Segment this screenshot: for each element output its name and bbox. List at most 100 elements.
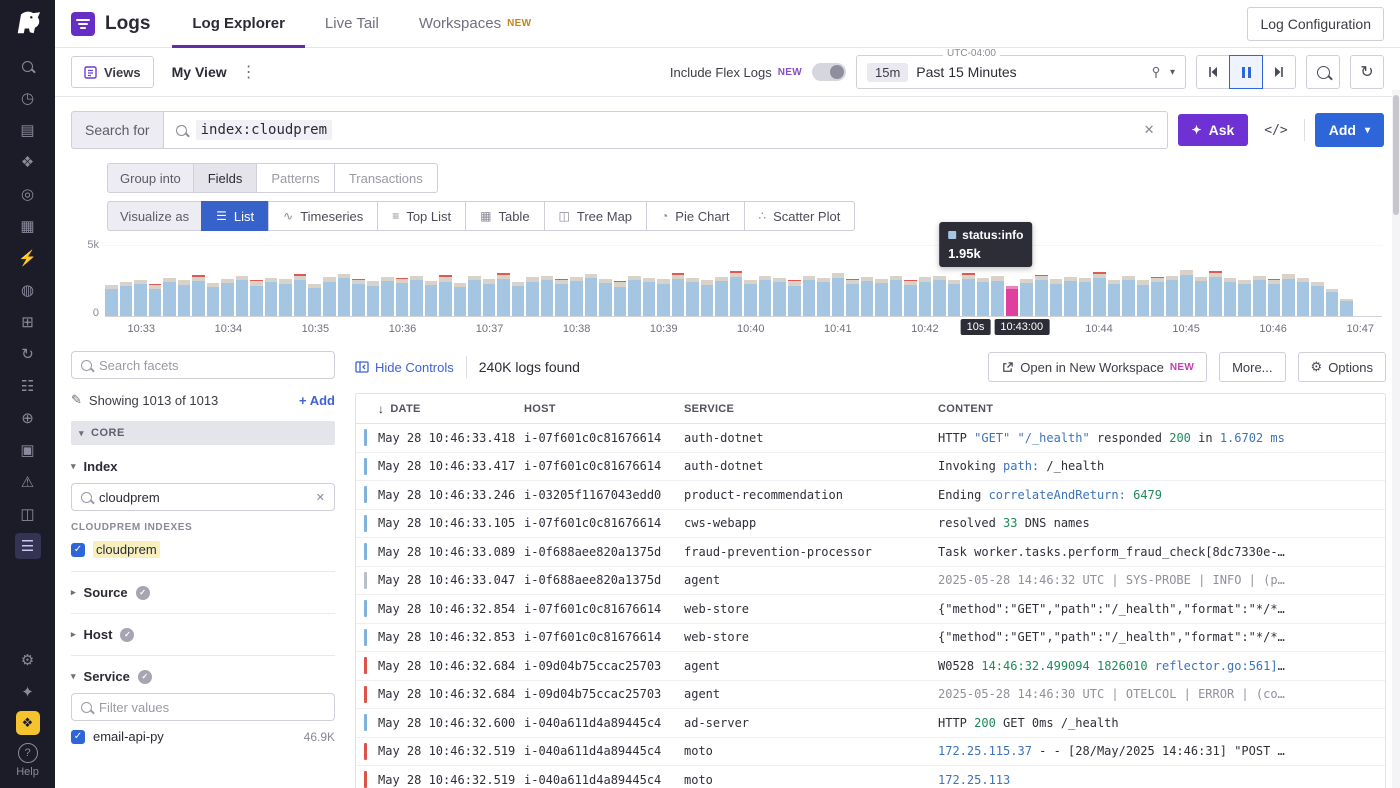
- histogram-bar[interactable]: [919, 246, 932, 316]
- column-header-service[interactable]: SERVICE: [684, 403, 938, 415]
- zoom-button[interactable]: [1306, 55, 1340, 89]
- log-row[interactable]: May 28 10:46:32.854i-07f601c0c81676614we…: [356, 595, 1385, 624]
- histogram-bar[interactable]: [861, 246, 874, 316]
- group-fields-tab[interactable]: Fields: [193, 163, 258, 193]
- pause-button[interactable]: [1229, 55, 1263, 89]
- log-row[interactable]: May 28 10:46:33.418i-07f601c0c81676614au…: [356, 424, 1385, 453]
- histogram-bar[interactable]: [1050, 246, 1063, 316]
- add-button[interactable]: Add ▾: [1315, 113, 1384, 147]
- column-header-host[interactable]: HOST: [524, 403, 684, 415]
- infrastructure-icon[interactable]: ▤: [15, 117, 41, 143]
- histogram-bar[interactable]: [657, 246, 670, 316]
- rum-icon[interactable]: ◍: [15, 277, 41, 303]
- histogram-bar[interactable]: [904, 246, 917, 316]
- log-row[interactable]: May 28 10:46:32.519i-040a611d4a89445c4mo…: [356, 766, 1385, 788]
- refresh-button[interactable]: ↻: [1350, 55, 1384, 89]
- histogram-bar[interactable]: [1079, 246, 1092, 316]
- time-range-picker[interactable]: UTC-04:00 15m Past 15 Minutes ▾: [856, 55, 1186, 89]
- histogram-bar[interactable]: [526, 246, 539, 316]
- ci-pipelines-icon[interactable]: ↻: [15, 341, 41, 367]
- pin-icon[interactable]: [1150, 66, 1162, 79]
- histogram-bar[interactable]: [832, 246, 845, 316]
- histogram-bar[interactable]: [803, 246, 816, 316]
- histogram-bar[interactable]: [1093, 246, 1106, 316]
- histogram-bar[interactable]: [541, 246, 554, 316]
- histogram-bar[interactable]: [425, 246, 438, 316]
- histogram-bar[interactable]: [410, 246, 423, 316]
- histogram-bar[interactable]: [323, 246, 336, 316]
- histogram-bar[interactable]: [570, 246, 583, 316]
- histogram-bar[interactable]: [250, 246, 263, 316]
- facet-value-email-api-py[interactable]: ✓ email-api-py 46.9K: [71, 729, 335, 744]
- service-management-icon[interactable]: ☷: [15, 373, 41, 399]
- histogram-bar[interactable]: [134, 246, 147, 316]
- histogram-bar[interactable]: [294, 246, 307, 316]
- logs-icon[interactable]: ☰: [15, 533, 41, 559]
- views-button[interactable]: Views: [71, 56, 154, 88]
- bits-ai-icon[interactable]: ❖: [16, 711, 40, 735]
- log-row[interactable]: May 28 10:46:32.853i-07f601c0c81676614we…: [356, 624, 1385, 653]
- histogram-bar[interactable]: [454, 246, 467, 316]
- histogram-bar[interactable]: [105, 246, 118, 316]
- synthetics-icon[interactable]: ⊞: [15, 309, 41, 335]
- histogram-bar[interactable]: [1064, 246, 1077, 316]
- histogram-bar[interactable]: [1369, 246, 1382, 316]
- histogram-bar[interactable]: [483, 246, 496, 316]
- histogram-bar[interactable]: [396, 246, 409, 316]
- histogram-bar[interactable]: [773, 246, 786, 316]
- viz-list-tab[interactable]: ☰ List: [201, 201, 269, 231]
- security-icon[interactable]: ▣: [15, 437, 41, 463]
- index-filter-input[interactable]: cloudprem ✕: [71, 483, 335, 511]
- facet-search-input[interactable]: Search facets: [71, 351, 335, 379]
- add-facet-button[interactable]: + Add: [299, 393, 335, 408]
- serverless-icon[interactable]: ⚡: [15, 245, 41, 271]
- histogram-bar[interactable]: [1253, 246, 1266, 316]
- log-row[interactable]: May 28 10:46:32.519i-040a611d4a89445c4mo…: [356, 738, 1385, 767]
- histogram-bar[interactable]: [1238, 246, 1251, 316]
- facet-service-header[interactable]: ▾ Service ✓: [71, 669, 335, 684]
- histogram-bar[interactable]: [1195, 246, 1208, 316]
- time-back-button[interactable]: [1196, 55, 1230, 89]
- log-row[interactable]: May 28 10:46:33.246i-03205f1167043edd0pr…: [356, 481, 1385, 510]
- histogram-bar[interactable]: [686, 246, 699, 316]
- histogram-bar[interactable]: [192, 246, 205, 316]
- facet-index-header[interactable]: ▾ Index: [71, 459, 335, 474]
- checkbox-checked[interactable]: ✓: [71, 730, 85, 744]
- log-row[interactable]: May 28 10:46:33.047i-0f688aee820a1375dag…: [356, 567, 1385, 596]
- log-configuration-button[interactable]: Log Configuration: [1247, 7, 1384, 41]
- error-tracking-icon[interactable]: ⚠: [15, 469, 41, 495]
- histogram-bar[interactable]: [614, 246, 627, 316]
- edit-facets-icon[interactable]: ✎: [71, 392, 82, 408]
- log-row[interactable]: May 28 10:46:33.417i-07f601c0c81676614au…: [356, 453, 1385, 482]
- containers-icon[interactable]: ▦: [15, 213, 41, 239]
- tab-live-tail[interactable]: Live Tail: [305, 0, 399, 48]
- more-button[interactable]: More...: [1219, 352, 1285, 382]
- tab-log-explorer[interactable]: Log Explorer: [172, 0, 305, 48]
- histogram-bar[interactable]: [890, 246, 903, 316]
- checkbox-checked[interactable]: ✓: [71, 543, 85, 557]
- histogram-bar[interactable]: [338, 246, 351, 316]
- viz-pie-chart-tab[interactable]: ◔ Pie Chart: [646, 201, 744, 231]
- histogram-bar[interactable]: [1180, 246, 1193, 316]
- time-forward-button[interactable]: [1262, 55, 1296, 89]
- histogram-bar[interactable]: [120, 246, 133, 316]
- log-row[interactable]: May 28 10:46:32.600i-040a611d4a89445c4ad…: [356, 709, 1385, 738]
- log-row[interactable]: May 28 10:46:33.105i-07f601c0c81676614cw…: [356, 510, 1385, 539]
- histogram-bar[interactable]: [1355, 246, 1368, 316]
- group-patterns-tab[interactable]: Patterns: [256, 163, 334, 193]
- histogram-bar[interactable]: [1209, 246, 1222, 316]
- histogram-bar[interactable]: [1166, 246, 1179, 316]
- host-map-icon[interactable]: ❖: [15, 149, 41, 175]
- viz-scatter-plot-tab[interactable]: ∴ Scatter Plot: [744, 201, 856, 231]
- histogram-bar[interactable]: [788, 246, 801, 316]
- histogram-bar[interactable]: [352, 246, 365, 316]
- histogram-bar[interactable]: [163, 246, 176, 316]
- view-menu-kebab-icon[interactable]: ⋮: [237, 62, 261, 82]
- service-filter-input[interactable]: Filter values: [71, 693, 335, 721]
- histogram-bar[interactable]: [308, 246, 321, 316]
- histogram-bar[interactable]: [512, 246, 525, 316]
- query-text[interactable]: index:cloudprem: [196, 120, 332, 140]
- histogram-bar[interactable]: [1122, 246, 1135, 316]
- histogram-bar[interactable]: [221, 246, 234, 316]
- options-button[interactable]: ⚙ Options: [1298, 352, 1386, 382]
